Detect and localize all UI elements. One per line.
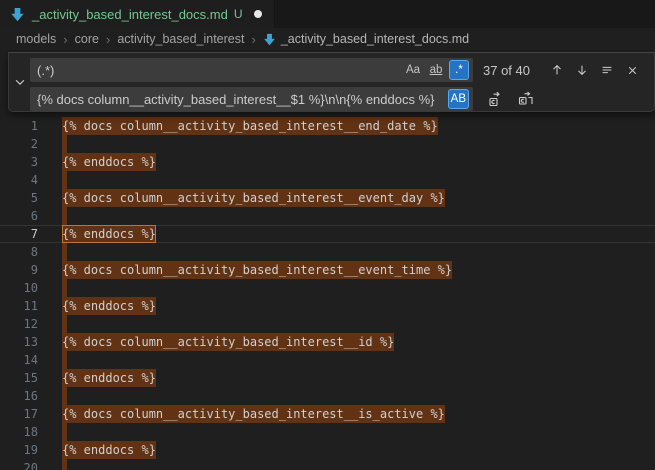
code-line[interactable]: 17 {% docs column__activity_based_interes… bbox=[0, 405, 655, 423]
match-highlight[interactable]: {% enddocs %} bbox=[62, 441, 156, 459]
git-status-badge: U bbox=[234, 7, 243, 21]
code-line[interactable]: 18 bbox=[0, 423, 655, 441]
empty-line-match-highlight bbox=[62, 459, 67, 470]
code-lines: 1 {% docs column__activity_based_interest… bbox=[0, 117, 655, 470]
tab-bar: _activity_based_interest_docs.md U bbox=[0, 0, 655, 28]
toggle-replace-chevron-icon bbox=[13, 75, 27, 89]
markdown-file-icon bbox=[10, 7, 25, 22]
line-number: 13 bbox=[0, 333, 38, 351]
line-number: 10 bbox=[0, 279, 38, 297]
empty-line-match-highlight bbox=[62, 279, 67, 297]
code-line[interactable]: 7 {% enddocs %} bbox=[0, 225, 655, 243]
match-highlight[interactable]: {% docs column__activity_based_interest_… bbox=[62, 117, 438, 135]
line-number: 12 bbox=[0, 315, 38, 333]
code-line[interactable]: 4 bbox=[0, 171, 655, 189]
line-number: 9 bbox=[0, 261, 38, 279]
code-line[interactable]: 16 bbox=[0, 387, 655, 405]
empty-line-match-highlight bbox=[62, 171, 67, 189]
empty-line-match-highlight bbox=[62, 351, 67, 369]
empty-line-match-highlight bbox=[62, 207, 67, 225]
match-highlight[interactable]: {% docs column__activity_based_interest_… bbox=[62, 333, 394, 351]
match-highlight[interactable]: {% docs column__activity_based_interest_… bbox=[62, 261, 452, 279]
regex-icon[interactable]: .* bbox=[449, 60, 469, 80]
code-line[interactable]: 8 bbox=[0, 243, 655, 261]
match-highlight[interactable]: {% enddocs %} bbox=[62, 153, 156, 171]
replace-value: {% docs column__activity_based_interest_… bbox=[37, 92, 448, 107]
line-number: 15 bbox=[0, 369, 38, 387]
code-line[interactable]: 6 bbox=[0, 207, 655, 225]
line-number: 11 bbox=[0, 297, 38, 315]
code-line[interactable]: 1 {% docs column__activity_based_interest… bbox=[0, 117, 655, 135]
code-line[interactable]: 2 bbox=[0, 135, 655, 153]
code-line[interactable]: 20 bbox=[0, 459, 655, 470]
whole-word-icon[interactable]: ab bbox=[426, 60, 446, 80]
match-highlight[interactable]: {% enddocs %} bbox=[62, 369, 156, 387]
close-icon[interactable] bbox=[621, 59, 643, 81]
line-number: 1 bbox=[0, 117, 38, 135]
code-line[interactable]: 13 {% docs column__activity_based_interes… bbox=[0, 333, 655, 351]
match-count: 37 of 40 bbox=[483, 63, 530, 78]
match-case-icon[interactable]: Aa bbox=[403, 60, 423, 80]
code-line[interactable]: 11 {% enddocs %} bbox=[0, 297, 655, 315]
breadcrumb-item-file[interactable]: _activity_based_interest_docs.md bbox=[263, 32, 469, 46]
line-number: 5 bbox=[0, 189, 38, 207]
toggle-replace-button[interactable] bbox=[9, 53, 30, 111]
next-match-icon[interactable] bbox=[571, 59, 593, 81]
previous-match-icon[interactable] bbox=[546, 59, 568, 81]
line-number: 16 bbox=[0, 387, 38, 405]
modified-indicator-dot[interactable] bbox=[254, 10, 262, 18]
line-number: 4 bbox=[0, 171, 38, 189]
preserve-case-icon[interactable]: AB bbox=[448, 89, 469, 109]
code-line[interactable]: 19 {% enddocs %} bbox=[0, 441, 655, 459]
line-number: 7 bbox=[0, 225, 38, 243]
code-line[interactable]: 5 {% docs column__activity_based_interest… bbox=[0, 189, 655, 207]
replace-input[interactable]: {% docs column__activity_based_interest_… bbox=[30, 87, 473, 111]
line-number: 17 bbox=[0, 405, 38, 423]
empty-line-match-highlight bbox=[62, 135, 67, 153]
breadcrumb-separator: › bbox=[106, 32, 110, 47]
code-line[interactable]: 15 {% enddocs %} bbox=[0, 369, 655, 387]
code-line[interactable]: 12 bbox=[0, 315, 655, 333]
empty-line-match-highlight bbox=[62, 315, 67, 333]
markdown-file-icon bbox=[263, 33, 276, 46]
find-row: (.*) Aa ab .* 37 of 40 bbox=[30, 58, 648, 82]
line-number: 2 bbox=[0, 135, 38, 153]
breadcrumb-item-core[interactable]: core bbox=[75, 32, 99, 46]
match-highlight[interactable]: {% docs column__activity_based_interest_… bbox=[62, 189, 445, 207]
breadcrumb-item-activity-based-interest[interactable]: activity_based_interest bbox=[117, 32, 244, 46]
search-input[interactable]: (.*) Aa ab .* bbox=[30, 58, 473, 82]
line-number: 6 bbox=[0, 207, 38, 225]
current-match-highlight[interactable]: {% enddocs %} bbox=[62, 225, 156, 243]
line-number: 14 bbox=[0, 351, 38, 369]
tab-title: _activity_based_interest_docs.md bbox=[32, 7, 228, 22]
replace-all-icon[interactable] bbox=[515, 88, 537, 110]
breadcrumb-separator: › bbox=[63, 32, 67, 47]
line-number: 8 bbox=[0, 243, 38, 261]
line-number: 18 bbox=[0, 423, 38, 441]
match-highlight[interactable]: {% docs column__activity_based_interest_… bbox=[62, 405, 445, 423]
line-number: 19 bbox=[0, 441, 38, 459]
vscode-window: _activity_based_interest_docs.md U model… bbox=[0, 0, 655, 470]
breadcrumb-separator: › bbox=[251, 32, 255, 47]
find-replace-widget: (.*) Aa ab .* 37 of 40 bbox=[8, 52, 655, 112]
replace-row: {% docs column__activity_based_interest_… bbox=[30, 87, 648, 111]
replace-icon[interactable] bbox=[485, 88, 507, 110]
code-line[interactable]: 9 {% docs column__activity_based_interest… bbox=[0, 261, 655, 279]
match-highlight[interactable]: {% enddocs %} bbox=[62, 297, 156, 315]
search-value: (.*) bbox=[37, 63, 403, 78]
editor-tab[interactable]: _activity_based_interest_docs.md U bbox=[0, 0, 275, 28]
find-in-selection-icon[interactable] bbox=[596, 59, 618, 81]
empty-line-match-highlight bbox=[62, 243, 67, 261]
breadcrumb: models › core › activity_based_interest … bbox=[0, 28, 655, 50]
empty-line-match-highlight bbox=[62, 387, 67, 405]
breadcrumb-item-models[interactable]: models bbox=[16, 32, 56, 46]
code-line[interactable]: 3 {% enddocs %} bbox=[0, 153, 655, 171]
editor-pane[interactable]: 1 {% docs column__activity_based_interest… bbox=[0, 50, 655, 470]
line-number: 20 bbox=[0, 459, 38, 470]
code-line[interactable]: 10 bbox=[0, 279, 655, 297]
line-number: 3 bbox=[0, 153, 38, 171]
code-line[interactable]: 14 bbox=[0, 351, 655, 369]
empty-line-match-highlight bbox=[62, 423, 67, 441]
